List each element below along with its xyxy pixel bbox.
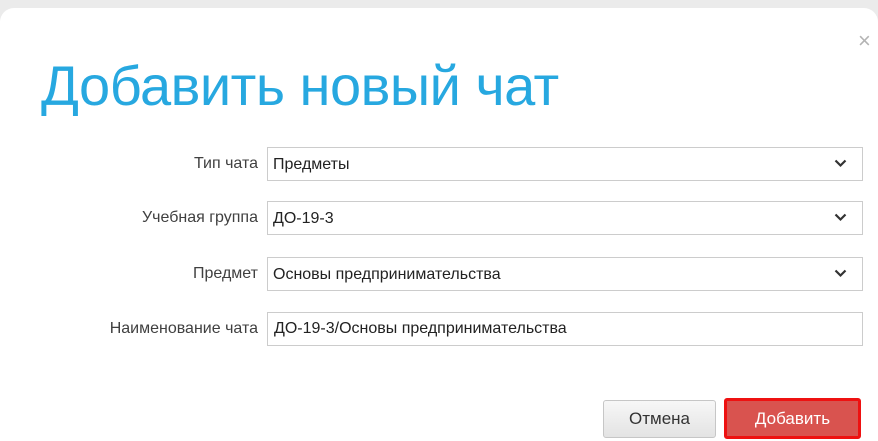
subject-row: Предмет Основы предпринимательства: [0, 257, 878, 291]
dialog-title: Добавить новый чат: [41, 54, 559, 117]
chevron-down-icon: [834, 269, 847, 278]
add-button[interactable]: Добавить: [724, 398, 861, 439]
chat-type-select[interactable]: Предметы: [267, 147, 863, 181]
chat-type-value: Предметы: [273, 156, 350, 173]
chat-type-label: Тип чата: [193, 155, 258, 172]
study-group-label: Учебная группа: [141, 209, 258, 226]
add-chat-dialog: × Добавить новый чат Тип чата Предметы У…: [0, 8, 878, 441]
chat-name-input[interactable]: [267, 312, 863, 346]
subject-select[interactable]: Основы предпринимательства: [267, 257, 863, 291]
study-group-row: Учебная группа ДО-19-3: [0, 201, 878, 235]
study-group-value: ДО-19-3: [273, 210, 334, 227]
subject-label: Предмет: [193, 265, 258, 282]
cancel-button[interactable]: Отмена: [603, 400, 716, 438]
chat-type-row: Тип чата Предметы: [0, 147, 878, 181]
close-icon[interactable]: ×: [858, 30, 878, 52]
chat-name-row: Наименование чата: [0, 312, 878, 346]
subject-value: Основы предпринимательства: [273, 266, 501, 283]
chevron-down-icon: [834, 213, 847, 222]
chat-name-label: Наименование чата: [109, 320, 258, 337]
chevron-down-icon: [834, 159, 847, 168]
study-group-select[interactable]: ДО-19-3: [267, 201, 863, 235]
